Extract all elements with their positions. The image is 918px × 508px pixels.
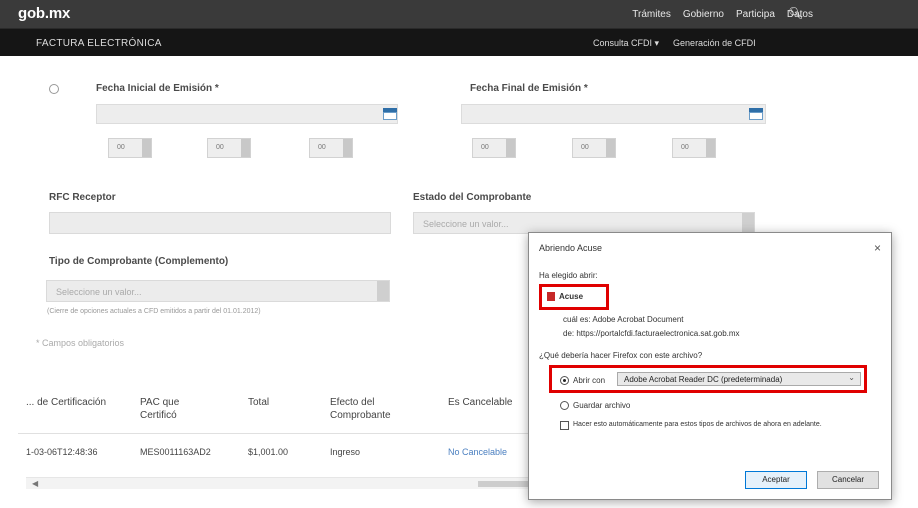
dialog-question: ¿Qué debería hacer Firefox con este arch… [539, 351, 703, 360]
sub-bar: FACTURA ELECTRÓNICA Consulta CFDI ▾ Gene… [0, 28, 918, 56]
estado-select[interactable]: Seleccione un valor... [413, 212, 755, 234]
estado-placeholder: Seleccione un valor... [423, 219, 509, 229]
estado-label: Estado del Comprobante [413, 192, 532, 203]
tipo-select[interactable]: Seleccione un valor... [46, 280, 390, 302]
cell-fecha: 1-03-06T12:48:36 [26, 447, 98, 457]
horizontal-scrollbar[interactable]: ◀ [26, 477, 532, 489]
fecha-final-label: Fecha Final de Emisión * [470, 83, 588, 94]
save-file-label: Guardar archivo [573, 401, 631, 410]
open-with-radio[interactable] [560, 376, 569, 385]
scrollbar-thumb[interactable] [478, 481, 530, 487]
col-pac: PAC que Certificó [140, 397, 180, 421]
cell-pac: MES0011163AD2 [140, 447, 211, 457]
nav-participa[interactable]: Participa [736, 9, 775, 20]
col-fecha-certificacion: ... de Certificación [26, 397, 107, 408]
hora-final-select[interactable]: 00 [472, 138, 516, 158]
calendar-icon[interactable] [383, 108, 397, 120]
open-with-select[interactable]: Adobe Acrobat Reader DC (predeterminada)… [617, 372, 861, 386]
dialog-intro: Ha elegido abrir: [539, 271, 598, 280]
save-file-radio[interactable] [560, 401, 569, 410]
minuto-final-select[interactable]: 00 [572, 138, 616, 158]
chevron-down-icon: ⌄ [848, 373, 855, 382]
file-name: Acuse [559, 292, 584, 301]
nav-tramites[interactable]: Trámites [632, 9, 671, 20]
hora-inicial-select[interactable]: 00 [108, 138, 152, 158]
open-with-app: Adobe Acrobat Reader DC (predeterminada) [624, 375, 783, 384]
dialog-title: Abriendo Acuse [539, 243, 603, 253]
chevron-down-icon [742, 213, 754, 233]
close-icon[interactable]: × [874, 241, 881, 255]
brand-logo[interactable]: gob.mx [18, 5, 70, 22]
nav-consulta-cfdi[interactable]: Consulta CFDI ▾ [593, 38, 659, 49]
fecha-inicial-label: Fecha Inicial de Emisión * [96, 83, 219, 94]
rfc-receptor-input[interactable] [49, 212, 391, 234]
segundo-final-select[interactable]: 00 [672, 138, 716, 158]
segundo-inicial-select[interactable]: 00 [309, 138, 353, 158]
campos-obligatorios-note: * Campos obligatorios [36, 338, 125, 348]
pdf-file-icon [547, 292, 555, 302]
dialog-body: Ha elegido abrir: Acuse cuál es: Adobe A… [529, 259, 891, 499]
cell-total: $1,001.00 [248, 447, 289, 457]
page-title: FACTURA ELECTRÓNICA [36, 38, 162, 49]
file-name-row: Acuse [547, 292, 584, 302]
accept-button[interactable]: Aceptar [745, 471, 807, 489]
col-total: Total [248, 397, 270, 408]
open-file-dialog: Abriendo Acuse × Ha elegido abrir: Acuse… [528, 232, 892, 500]
search-icon[interactable]: 🔍︎ [788, 6, 803, 20]
cell-efecto: Ingreso [330, 447, 361, 457]
fecha-final-input[interactable] [461, 104, 766, 124]
nav-generacion-cfdi[interactable]: Generación de CFDI [673, 38, 756, 49]
scroll-left-icon[interactable]: ◀ [32, 479, 38, 488]
chevron-down-icon [377, 281, 389, 301]
cancel-button[interactable]: Cancelar [817, 471, 879, 489]
fecha-radio[interactable] [49, 84, 59, 94]
nav-gobierno[interactable]: Gobierno [683, 9, 724, 20]
col-efecto: Efecto del Comprobante [330, 397, 391, 421]
top-bar: gob.mx Trámites Gobierno Participa Datos… [0, 0, 918, 28]
remember-checkbox[interactable] [560, 421, 569, 430]
calendar-icon[interactable] [749, 108, 763, 120]
table-divider [18, 433, 528, 434]
tipo-note: (Cierre de opciones actuales a CFD emiti… [47, 308, 261, 315]
minuto-inicial-select[interactable]: 00 [207, 138, 251, 158]
open-with-label: Abrir con [573, 376, 606, 385]
fecha-inicial-input[interactable] [96, 104, 398, 124]
rfc-receptor-label: RFC Receptor [49, 192, 116, 203]
top-nav: Trámites Gobierno Participa Datos [632, 9, 813, 20]
col-cancelable: Es Cancelable [448, 397, 513, 408]
tipo-placeholder: Seleccione un valor... [56, 287, 142, 297]
tipo-label: Tipo de Comprobante (Complemento) [49, 256, 229, 267]
file-source: de: https://portalcfdi.facturaelectronic… [563, 329, 740, 338]
cell-cancelable-link[interactable]: No Cancelable [448, 447, 507, 457]
remember-label: Hacer esto automáticamente para estos ti… [573, 421, 822, 428]
sub-nav: Consulta CFDI ▾ Generación de CFDI [593, 38, 756, 49]
file-type: cuál es: Adobe Acrobat Document [563, 315, 684, 324]
